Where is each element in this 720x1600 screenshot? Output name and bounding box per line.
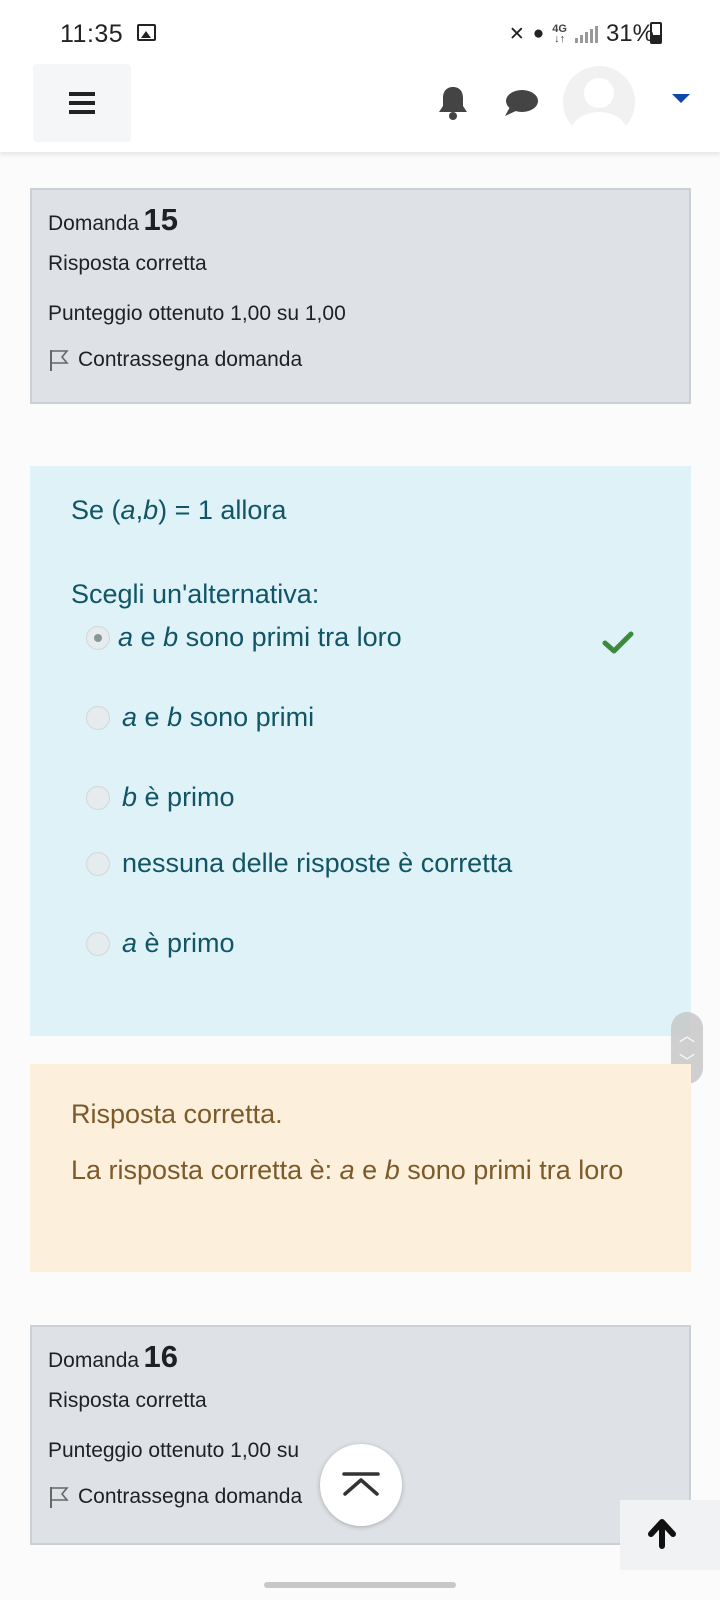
chevron-up-icon (342, 1472, 380, 1496)
hamburger-icon (69, 92, 95, 114)
signal-icon (574, 25, 598, 43)
answer-option-label: a è primo (122, 928, 235, 958)
radio-button[interactable] (86, 705, 110, 730)
flag-question-link[interactable]: Contrassegna domanda (48, 348, 673, 372)
correct-check-icon (602, 631, 634, 654)
flag-icon (50, 350, 69, 372)
question-state: Risposta corretta (48, 252, 207, 275)
answer-option[interactable]: b è primo (86, 782, 235, 813)
flag-icon (50, 1487, 69, 1509)
answer-option[interactable]: a e b sono primi (86, 702, 314, 733)
location-icon: ● (532, 23, 545, 44)
question-heading: Domanda 16 (48, 1339, 673, 1381)
battery-icon (650, 22, 662, 44)
answer-prompt: Scegli un'alternativa: (71, 579, 320, 609)
top-navbar (0, 62, 720, 152)
question-label: Domanda (48, 1349, 140, 1372)
question-state: Risposta corretta (48, 1389, 207, 1412)
arrow-up-icon (648, 1519, 676, 1549)
answer-option-label: a e b sono primi tra loro (118, 622, 402, 652)
back-to-top-button[interactable] (320, 1444, 402, 1526)
question-label: Domanda (48, 212, 140, 235)
question-text: Se (a,b) = 1 allora (71, 495, 287, 525)
scroll-up-button[interactable] (620, 1500, 720, 1570)
user-avatar[interactable] (563, 66, 635, 138)
answer-option-label: nessuna delle risposte è corretta (122, 848, 513, 878)
gallery-notification-icon (137, 24, 156, 41)
radio-button[interactable] (86, 851, 110, 876)
bell-icon[interactable] (436, 84, 470, 122)
radio-button[interactable] (86, 785, 110, 810)
chat-icon[interactable] (503, 88, 539, 118)
status-bar: 11:35 ✕ ● 4G ↓↑ 31% (0, 0, 720, 62)
question-content: Se (a,b) = 1 allora Scegli un'alternativ… (30, 466, 691, 1036)
flag-label: Contrassegna domanda (78, 1485, 303, 1508)
answer-option[interactable]: a è primo (86, 928, 235, 959)
right-answer: La risposta corretta è: a e b sono primi… (71, 1155, 624, 1185)
battery-percent: 31% (605, 20, 654, 47)
answer-option[interactable]: nessuna delle risposte è corretta (86, 848, 512, 879)
answer-option[interactable]: a e b sono primi tra loro (86, 622, 402, 653)
question-number: 15 (143, 202, 178, 237)
question-heading: Domanda 15 (48, 202, 673, 244)
answer-feedback: Risposta corretta. La risposta corretta … (30, 1064, 691, 1272)
question-grade: Punteggio ottenuto 1,00 su 1,00 (48, 302, 346, 325)
caret-down-icon[interactable] (672, 94, 690, 103)
network-type-icon: 4G ↓↑ (552, 23, 567, 45)
hamburger-menu-button[interactable] (33, 64, 131, 142)
status-time: 11:35 (60, 20, 124, 48)
answer-option-label: a e b sono primi (122, 702, 315, 732)
status-indicators: ✕ ● 4G ↓↑ 31% (509, 20, 654, 48)
feedback-state: Risposta corretta. (71, 1099, 283, 1129)
scroll-up-icon[interactable]: ︿ (671, 1022, 703, 1046)
radio-button[interactable] (86, 625, 110, 650)
radio-button[interactable] (86, 931, 110, 956)
flag-label: Contrassegna domanda (78, 348, 303, 371)
answer-option-label: b è primo (122, 782, 235, 812)
question-number: 16 (143, 1339, 178, 1374)
question-info-15: Domanda 15 Risposta corretta Punteggio o… (30, 188, 691, 404)
home-indicator[interactable] (264, 1582, 456, 1588)
vibrate-mute-icon: ✕ (508, 23, 525, 45)
